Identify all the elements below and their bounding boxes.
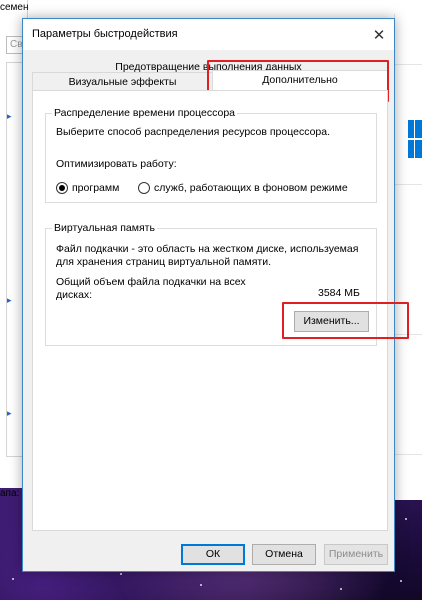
virtual-memory-title: Виртуальная память bbox=[52, 222, 157, 234]
virtual-memory-description-line2: для хранения страниц виртуальной памяти. bbox=[56, 256, 272, 268]
advanced-tab-panel: Распределение времени процессора Выберит… bbox=[32, 90, 409, 531]
optimize-label: Оптимизировать работу: bbox=[56, 158, 177, 170]
radio-background-services-label[interactable]: служб, работающих в фоновом режиме bbox=[154, 182, 348, 195]
paging-total-label-line1: Общий объем файла подкачки на всех bbox=[56, 276, 246, 288]
paging-total-value: 3584 МБ bbox=[318, 287, 360, 299]
background-right-pane bbox=[394, 14, 422, 500]
performance-options-dialog: Параметры быстродействия ✕ Предотвращени… bbox=[22, 18, 409, 572]
ok-button[interactable]: ОК bbox=[181, 544, 245, 565]
tab-visual-effects[interactable]: Визуальные эффекты bbox=[32, 72, 213, 90]
radio-programs-label[interactable]: программ bbox=[72, 182, 119, 195]
background-marker: ▸ bbox=[7, 295, 12, 305]
background-label: апа: bbox=[0, 488, 20, 499]
background-marker: ▸ bbox=[7, 111, 12, 121]
close-button[interactable]: ✕ bbox=[364, 19, 394, 50]
cancel-button[interactable]: Отмена bbox=[252, 544, 316, 565]
change-button-highlight-frame bbox=[282, 302, 409, 339]
background-window-title: семен bbox=[0, 2, 29, 13]
cpu-scheduling-group: Распределение времени процессора Выберит… bbox=[45, 107, 377, 203]
cpu-group-title: Распределение времени процессора bbox=[52, 107, 238, 119]
windows-logo-icon bbox=[408, 120, 422, 160]
radio-programs[interactable] bbox=[56, 182, 68, 194]
dialog-title: Параметры быстродействия bbox=[32, 28, 178, 40]
close-icon: ✕ bbox=[372, 26, 386, 44]
virtual-memory-description-line1: Файл подкачки - это область на жестком д… bbox=[56, 243, 359, 255]
title-bar[interactable]: Параметры быстродействия ✕ bbox=[23, 19, 394, 50]
radio-background-services[interactable] bbox=[138, 182, 150, 194]
apply-button[interactable]: Применить bbox=[324, 544, 388, 565]
paging-total-label-line2: дисках: bbox=[56, 289, 93, 301]
cpu-description: Выберите способ распределения ресурсов п… bbox=[56, 126, 331, 138]
background-marker: ▸ bbox=[7, 408, 12, 418]
